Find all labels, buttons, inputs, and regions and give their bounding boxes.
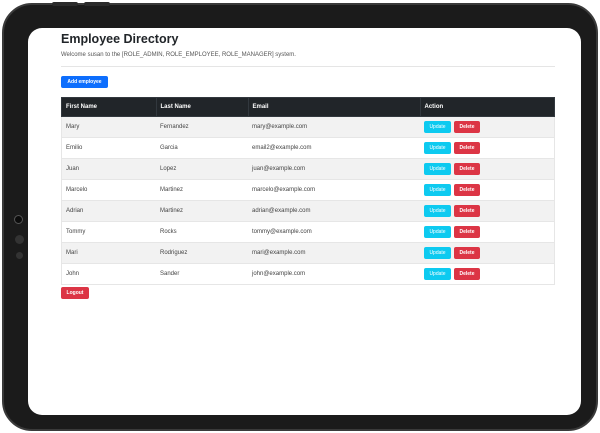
welcome-message: Welcome susan to the [ROLE_ADMIN, ROLE_E… <box>61 52 296 58</box>
cell-email: mary@example.com <box>248 116 420 138</box>
table-body: Mary Fernandez mary@example.com Update Delet… <box>61 116 555 285</box>
cell-email: marcelo@example.com <box>248 179 420 201</box>
cell-email: juan@example.com <box>248 158 420 180</box>
cell-first-name: Tommy <box>61 221 156 243</box>
update-button[interactable]: Update <box>424 142 451 154</box>
cell-action: Update Delete <box>420 263 555 285</box>
screen: Employee Directory Welcome susan to the … <box>28 28 581 415</box>
table-header: First Name Last Name Email Action <box>61 97 555 117</box>
cell-action: Update Delete <box>420 158 555 180</box>
cell-last-name: Martinez <box>156 179 248 201</box>
column-header-email: Email <box>247 97 421 117</box>
cell-first-name: Mari <box>61 242 156 264</box>
cell-last-name: Rocks <box>156 221 248 243</box>
cell-action: Update Delete <box>420 242 555 264</box>
hardware-button <box>52 2 78 6</box>
cell-action: Update Delete <box>420 137 555 159</box>
cell-action: Update Delete <box>420 200 555 222</box>
cell-first-name: Emilio <box>61 137 156 159</box>
delete-button[interactable]: Delete <box>454 268 480 280</box>
cell-email: john@example.com <box>248 263 420 285</box>
hardware-button <box>84 2 110 6</box>
cell-last-name: Sander <box>156 263 248 285</box>
delete-button[interactable]: Delete <box>454 247 480 259</box>
cell-first-name: Marcelo <box>61 179 156 201</box>
delete-button[interactable]: Delete <box>454 142 480 154</box>
cell-last-name: Lopez <box>156 158 248 180</box>
update-button[interactable]: Update <box>424 184 451 196</box>
cell-last-name: Rodriguez <box>156 242 248 264</box>
cell-first-name: Adrian <box>61 200 156 222</box>
cell-email: mari@example.com <box>248 242 420 264</box>
cell-first-name: Juan <box>61 158 156 180</box>
table-row: Marcelo Martinez marcelo@example.com Update… <box>61 179 555 201</box>
cell-first-name: John <box>61 263 156 285</box>
add-employee-button[interactable]: Add employee <box>61 76 108 88</box>
table-row: John Sander john@example.com Update Delete <box>61 263 555 285</box>
update-button[interactable]: Update <box>424 247 451 259</box>
update-button[interactable]: Update <box>424 226 451 238</box>
update-button[interactable]: Update <box>424 163 451 175</box>
sensor-icon <box>16 252 23 259</box>
table-row: Mary Fernandez mary@example.com Update Delet… <box>61 116 555 138</box>
divider <box>61 66 555 67</box>
column-header-action: Action <box>419 97 555 117</box>
table-row: Juan Lopez juan@example.com Update Delete <box>61 158 555 180</box>
table-row: Emilio Garcia email2@example.com Update Dele… <box>61 137 555 159</box>
delete-button[interactable]: Delete <box>454 121 480 133</box>
delete-button[interactable]: Delete <box>454 163 480 175</box>
table-row: Mari Rodriguez mari@example.com Update Delet… <box>61 242 555 264</box>
cell-first-name: Mary <box>61 116 156 138</box>
cell-last-name: Garcia <box>156 137 248 159</box>
camera-icon <box>14 215 23 224</box>
page-content: Employee Directory Welcome susan to the … <box>61 31 555 299</box>
update-button[interactable]: Update <box>424 121 451 133</box>
sensor-icon <box>15 235 24 244</box>
cell-action: Update Delete <box>420 221 555 243</box>
cell-action: Update Delete <box>420 179 555 201</box>
table-row: Adrian Martinez adrian@example.com Update De… <box>61 200 555 222</box>
table-row: Tommy Rocks tommy@example.com Update Delete <box>61 221 555 243</box>
update-button[interactable]: Update <box>424 205 451 217</box>
column-header-last-name: Last Name <box>155 97 249 117</box>
cell-email: tommy@example.com <box>248 221 420 243</box>
cell-email: email2@example.com <box>248 137 420 159</box>
delete-button[interactable]: Delete <box>454 205 480 217</box>
delete-button[interactable]: Delete <box>454 184 480 196</box>
page-title: Employee Directory <box>61 32 179 46</box>
employee-table: First Name Last Name Email Action Mary Fe… <box>61 97 555 285</box>
cell-last-name: Martinez <box>156 200 248 222</box>
cell-email: adrian@example.com <box>248 200 420 222</box>
delete-button[interactable]: Delete <box>454 226 480 238</box>
tablet-frame: Employee Directory Welcome susan to the … <box>2 2 598 431</box>
update-button[interactable]: Update <box>424 268 451 280</box>
column-header-first-name: First Name <box>61 97 157 117</box>
logout-button[interactable]: Logout <box>61 287 89 299</box>
cell-action: Update Delete <box>420 116 555 138</box>
cell-last-name: Fernandez <box>156 116 248 138</box>
